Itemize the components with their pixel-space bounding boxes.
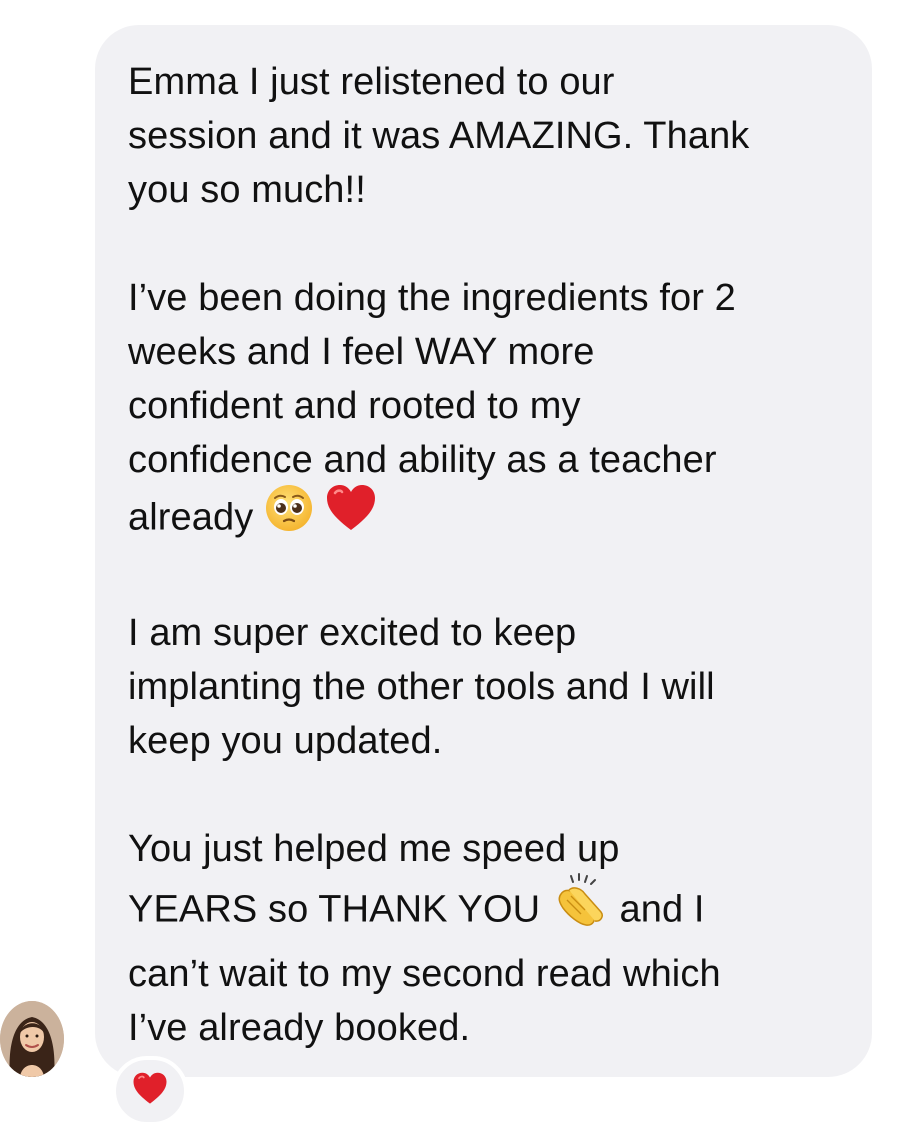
message-line: confident and rooted to my: [128, 385, 581, 427]
message-line: and I: [619, 888, 705, 931]
message-line: can’t wait to my second read which: [128, 953, 721, 995]
message-bubble[interactable]: Emma I just relistened to our session an…: [95, 25, 872, 1077]
red-heart-icon: [132, 1072, 168, 1110]
message-line: I am super excited to keep: [128, 612, 577, 654]
message-line: Emma I just relistened to our: [128, 61, 615, 103]
message-paragraph: I’ve been doing the ingredients for 2 we…: [128, 271, 842, 552]
message-paragraph: Emma I just relistened to our session an…: [128, 55, 842, 217]
message-line: I’ve been doing the ingredients for 2: [128, 277, 736, 319]
message-paragraph: I am super excited to keep implanting th…: [128, 606, 842, 768]
message-line: keep you updated.: [128, 720, 443, 762]
message-line: session and it was AMAZING. Thank: [128, 115, 750, 157]
message-paragraph: You just helped me speed up YEARS so THA…: [128, 822, 842, 1055]
message-line: already: [128, 496, 254, 539]
message-line: you so much!!: [128, 169, 366, 211]
message-line: implanting the other tools and I will: [128, 666, 715, 708]
message-line: confidence and ability as a teacher: [128, 439, 717, 481]
clapping-hands-icon: [551, 872, 609, 943]
red-heart-icon: [325, 484, 377, 547]
message-line: YEARS so THANK YOU: [128, 888, 541, 931]
message-line: I’ve already booked.: [128, 1007, 471, 1049]
avatar[interactable]: [0, 1001, 64, 1077]
message-line: You just helped me speed up: [128, 828, 620, 870]
pleading-face-icon: [264, 483, 314, 548]
message-line: weeks and I feel WAY more: [128, 331, 595, 373]
